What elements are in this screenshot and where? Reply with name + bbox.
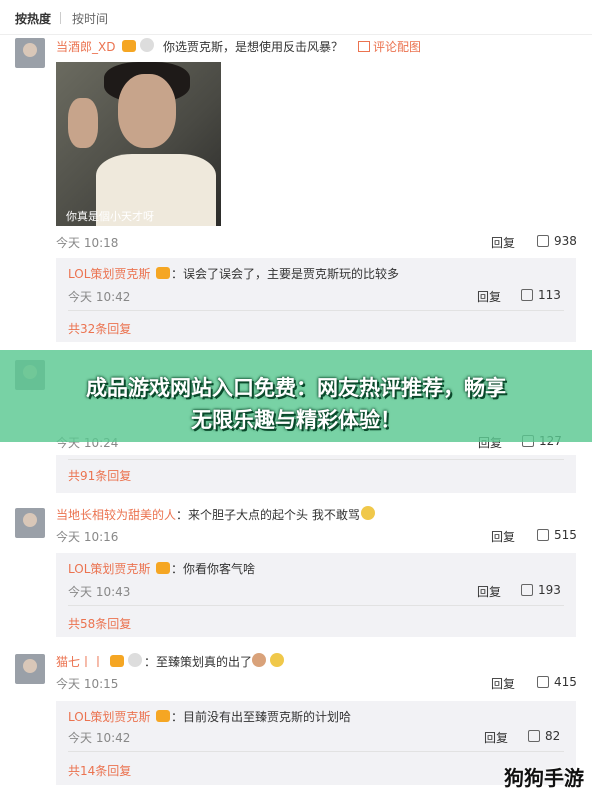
reply-time: 今天 10:42 xyxy=(68,731,131,745)
reply-button[interactable]: 回复 xyxy=(484,729,508,746)
face-emoji-icon xyxy=(252,653,266,667)
reply-username[interactable]: LOL策划贾克斯 xyxy=(68,265,150,282)
avatar[interactable] xyxy=(15,654,45,684)
vip-badge-icon xyxy=(122,40,136,52)
view-all-replies-link[interactable]: 共91条回复 xyxy=(68,467,131,484)
reply-button[interactable]: 回复 xyxy=(491,675,515,692)
divider xyxy=(68,459,564,460)
view-all-replies-link[interactable]: 共32条回复 xyxy=(68,320,131,337)
like-count: 938 xyxy=(554,234,577,248)
comment-text: ：来个胆子大点的起个头 我不敢骂 xyxy=(176,508,360,522)
reply-button[interactable]: 回复 xyxy=(491,234,515,251)
doge-emoji-icon xyxy=(361,506,375,520)
sort-divider xyxy=(60,12,61,24)
image-face xyxy=(118,74,176,148)
thumbs-up-icon xyxy=(537,235,549,247)
like-button[interactable]: 113 xyxy=(521,288,561,302)
reply-box: LOL策划贾克斯 ：你看你客气啥 今天 10:43 回复 193 共58条回复 xyxy=(56,553,576,637)
comment-time: 今天 10:15 xyxy=(56,677,119,691)
panda-emoji-icon xyxy=(140,38,154,52)
avatar[interactable] xyxy=(15,38,45,68)
thumbs-up-icon xyxy=(528,730,540,742)
reply-box: LOL策划贾克斯 ：误会了误会了，主要是贾克斯玩的比较多 今天 10:42 回复… xyxy=(56,258,576,342)
banner-headline-line1: 成品游戏网站入口免费：网友热评推荐，畅享 xyxy=(86,376,506,400)
vip-badge-icon xyxy=(110,655,124,667)
panda-emoji-icon xyxy=(128,653,142,667)
banner-headline-line2: 无限乐趣与精彩体验！ xyxy=(191,408,401,432)
comment-username[interactable]: 当地长相较为甜美的人 xyxy=(56,506,176,523)
like-count: 113 xyxy=(538,288,561,302)
reply-button[interactable]: 回复 xyxy=(491,528,515,545)
thumbs-up-icon xyxy=(521,289,533,301)
reply-username[interactable]: LOL策划贾克斯 xyxy=(68,560,150,577)
like-count: 82 xyxy=(545,729,561,743)
sort-bar: 按热度 按时间 xyxy=(0,0,592,35)
sort-by-time-tab[interactable]: 按时间 xyxy=(72,10,108,27)
comment-text: ：至臻策划真的出了 xyxy=(144,655,253,669)
vip-badge-icon xyxy=(156,710,170,722)
reply-button[interactable]: 回复 xyxy=(477,583,501,600)
sort-by-hot-tab[interactable]: 按热度 xyxy=(15,10,51,27)
reply-button[interactable]: 回复 xyxy=(477,288,501,305)
like-button[interactable]: 82 xyxy=(528,729,560,743)
reply-box: LOL策划贾克斯 ：目前没有出至臻贾克斯的计划哈 今天 10:42 回复 82 … xyxy=(56,701,576,785)
like-count: 415 xyxy=(554,675,577,689)
comment-time: 今天 10:18 xyxy=(56,236,119,250)
reply-time: 今天 10:43 xyxy=(68,585,131,599)
like-button[interactable]: 515 xyxy=(537,528,577,542)
thumbs-up-icon xyxy=(537,529,549,541)
site-watermark: 狗狗手游 xyxy=(504,766,584,790)
reply-text: ：你看你客气啥 xyxy=(171,562,256,576)
divider xyxy=(68,605,564,606)
view-all-replies-link[interactable]: 共14条回复 xyxy=(68,762,131,779)
comment-text: 你选贾克斯，是想使用反击风暴？ xyxy=(163,40,344,54)
thumbs-up-icon xyxy=(521,584,533,596)
image-hand xyxy=(68,98,98,148)
reply-username[interactable]: LOL策划贾克斯 xyxy=(68,708,150,725)
comment-username[interactable]: 猫七丨丨 xyxy=(56,653,104,670)
like-count: 193 xyxy=(538,583,561,597)
image-icon xyxy=(358,41,370,52)
like-button[interactable]: 415 xyxy=(537,675,577,689)
comment-image[interactable]: 你真是個小天才呀 xyxy=(56,62,221,226)
comment-username[interactable]: 当酒郎_XD xyxy=(56,38,115,55)
image-caption: 你真是個小天才呀 xyxy=(66,210,154,223)
reply-text: ：目前没有出至臻贾克斯的计划哈 xyxy=(171,710,352,724)
divider xyxy=(68,751,564,752)
comment-image-link[interactable]: 评论配图 xyxy=(373,38,421,55)
reply-box: 共91条回复 xyxy=(56,455,576,493)
vip-badge-icon xyxy=(156,267,170,279)
reply-time: 今天 10:42 xyxy=(68,290,131,304)
vip-badge-icon xyxy=(156,562,170,574)
comment-time: 今天 10:16 xyxy=(56,530,119,544)
divider xyxy=(68,310,564,311)
thumbs-up-icon xyxy=(537,676,549,688)
avatar[interactable] xyxy=(15,508,45,538)
like-count: 515 xyxy=(554,528,577,542)
promo-banner: 成品游戏网站入口免费：网友热评推荐，畅享 无限乐趣与精彩体验！ xyxy=(0,350,592,442)
view-all-replies-link[interactable]: 共58条回复 xyxy=(68,615,131,632)
like-button[interactable]: 938 xyxy=(537,234,577,248)
like-button[interactable]: 193 xyxy=(521,583,561,597)
reply-text: ：误会了误会了，主要是贾克斯玩的比较多 xyxy=(171,267,400,281)
doge-emoji-icon xyxy=(270,653,284,667)
